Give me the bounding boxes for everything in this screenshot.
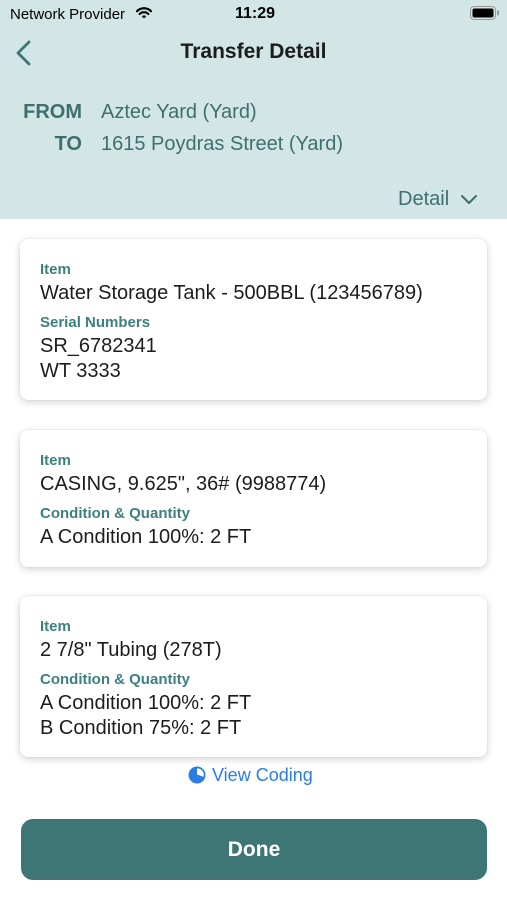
carrier-name: Network Provider <box>10 6 126 23</box>
status-time: 11:29 <box>235 5 276 22</box>
serial-number: WT 3333 <box>40 360 121 382</box>
condition-quantity-line: A Condition 100%: 2 FT <box>40 692 252 714</box>
page-title: Transfer Detail <box>180 40 327 63</box>
status-bar: Network Provider 11:29 <box>0 0 507 30</box>
chevron-down-icon <box>461 195 478 204</box>
battery-icon <box>470 6 499 20</box>
item-label: Item <box>40 261 71 278</box>
transfer-item-card: Item 2 7/8" Tubing (278T) Condition & Qu… <box>20 596 487 757</box>
condition-quantity-line: B Condition 75%: 2 FT <box>40 717 242 739</box>
wifi-icon <box>135 7 153 19</box>
to-value: 1615 Poydras Street (Yard) <box>101 133 343 155</box>
pie-chart-icon <box>188 766 206 784</box>
serial-number: SR_6782341 <box>40 335 157 357</box>
item-label: Item <box>40 618 71 635</box>
item-value: Water Storage Tank - 500BBL (123456789) <box>40 282 423 304</box>
transfer-item-card: Item CASING, 9.625", 36# (9988774) Condi… <box>20 430 487 567</box>
item-label: Item <box>40 452 71 469</box>
detail-toggle-label: Detail <box>398 187 450 210</box>
serial-numbers-label: Serial Numbers <box>40 314 151 331</box>
view-coding-link[interactable]: View Coding <box>188 764 313 786</box>
item-value: CASING, 9.625", 36# (9988774) <box>40 473 327 495</box>
detail-toggle[interactable]: Detail <box>398 186 479 212</box>
from-label: FROM <box>23 101 82 123</box>
from-value: Aztec Yard (Yard) <box>101 101 257 123</box>
to-label: TO <box>54 133 82 155</box>
condition-quantity-label: Condition & Quantity <box>40 671 190 688</box>
transfer-item-card: Item Water Storage Tank - 500BBL (123456… <box>20 239 487 400</box>
done-button[interactable]: Done <box>21 819 487 880</box>
condition-quantity-line: A Condition 100%: 2 FT <box>40 526 252 548</box>
header: Network Provider 11:29 Transfer Detail F… <box>0 0 507 219</box>
view-coding-label: View Coding <box>212 764 313 785</box>
condition-quantity-label: Condition & Quantity <box>40 505 190 522</box>
item-value: 2 7/8" Tubing (278T) <box>40 639 222 661</box>
